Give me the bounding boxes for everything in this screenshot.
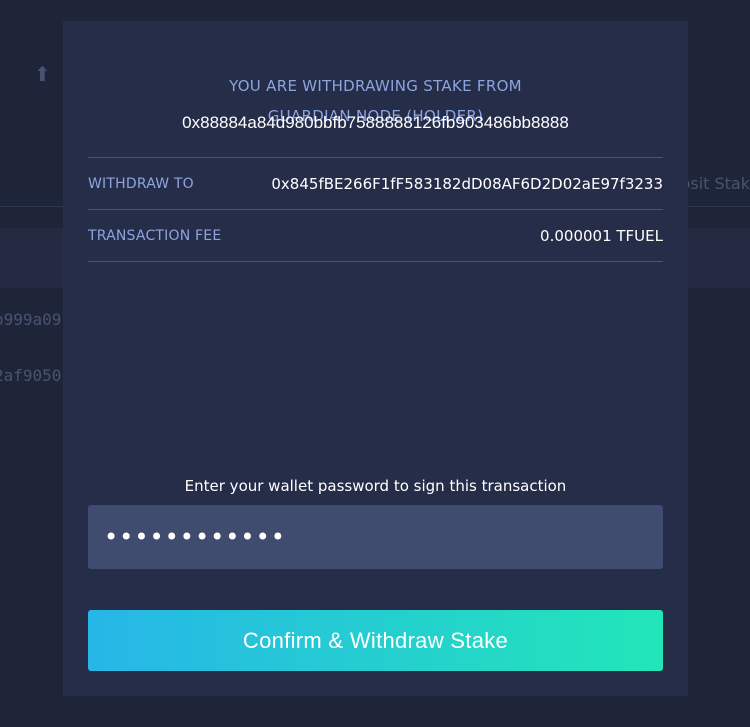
holder-address: 0x88884a84d980bbfb7588888126fb903486bb88… <box>182 113 569 132</box>
transaction-fee-row: TRANSACTION FEE 0.000001 TFUEL <box>88 209 663 262</box>
staking-icon: ⬆ <box>34 62 51 86</box>
transaction-fee-label: TRANSACTION FEE <box>88 227 222 244</box>
withdraw-stake-modal: YOU ARE WITHDRAWING STAKE FROM GUARDIAN … <box>63 21 688 696</box>
modal-heading-line1: YOU ARE WITHDRAWING STAKE FROM <box>229 77 522 95</box>
transaction-fee-value: 0.000001 TFUEL <box>540 226 663 245</box>
withdraw-to-row: WITHDRAW TO 0x845fBE266F1fF583182dD08AF6… <box>88 157 663 209</box>
background-list-item: o999a09 <box>0 310 62 329</box>
withdraw-to-value: 0x845fBE266F1fF583182dD08AF6D2D02aE97f32… <box>271 174 663 193</box>
confirm-withdraw-button[interactable]: Confirm & Withdraw Stake <box>88 610 663 671</box>
password-label: Enter your wallet password to sign this … <box>184 477 567 495</box>
background-tab-deposit-stake: osit Stak <box>680 174 750 193</box>
withdraw-to-label: WITHDRAW TO <box>88 175 194 192</box>
background-list-item: 2af9050 <box>0 366 62 385</box>
password-input[interactable]: •••••••••••• <box>88 505 663 569</box>
